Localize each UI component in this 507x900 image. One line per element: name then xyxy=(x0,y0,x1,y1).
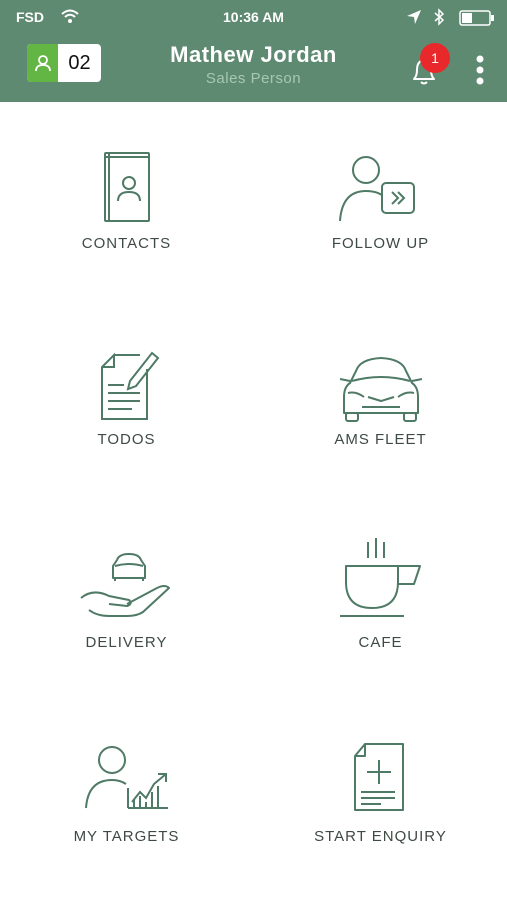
more-options-icon[interactable] xyxy=(470,54,490,86)
menu-item-label: AMS FLEET xyxy=(334,431,427,448)
notification-badge[interactable]: 1 xyxy=(420,43,450,73)
car-icon xyxy=(339,357,422,422)
app-header: 02 Mathew Jordan Sales Person 1 xyxy=(0,34,507,102)
menu-item-label: FOLLOW UP xyxy=(331,235,430,252)
menu-item-ams-fleet[interactable]: AMS FLEET xyxy=(254,345,507,465)
menu-item-label: START ENQUIRY xyxy=(314,828,447,845)
coffee-cup-icon xyxy=(339,538,421,617)
menu-item-label: DELIVERY xyxy=(85,634,168,651)
menu-item-label: CONTACTS xyxy=(81,235,172,252)
person-chart-icon xyxy=(84,746,168,809)
menu-item-follow-up[interactable]: FOLLOW UP xyxy=(254,145,507,265)
menu-item-contacts[interactable]: CONTACTS xyxy=(0,145,253,265)
bluetooth-icon xyxy=(434,8,445,26)
menu-item-cafe[interactable]: CAFE xyxy=(254,538,507,658)
menu-item-delivery[interactable]: DELIVERY xyxy=(0,546,253,666)
contact-book-icon xyxy=(103,152,150,222)
menu-item-start-enquiry[interactable]: START ENQUIRY xyxy=(254,742,507,862)
location-arrow-icon xyxy=(407,10,421,24)
menu-item-label: TODOS xyxy=(97,431,156,448)
clock: 10:36 AM xyxy=(223,9,284,25)
battery-icon xyxy=(459,10,494,26)
person-forward-icon xyxy=(338,156,415,222)
menu-item-todos[interactable]: TODOS xyxy=(0,345,253,465)
menu-item-label: MY TARGETS xyxy=(73,828,180,845)
menu-item-label: CAFE xyxy=(358,634,403,651)
document-pencil-icon xyxy=(100,351,159,420)
hand-car-icon xyxy=(79,553,170,617)
menu-item-my-targets[interactable]: MY TARGETS xyxy=(0,742,253,862)
status-bar: FSD 10:36 AM xyxy=(0,0,507,34)
document-plus-icon xyxy=(353,743,404,811)
